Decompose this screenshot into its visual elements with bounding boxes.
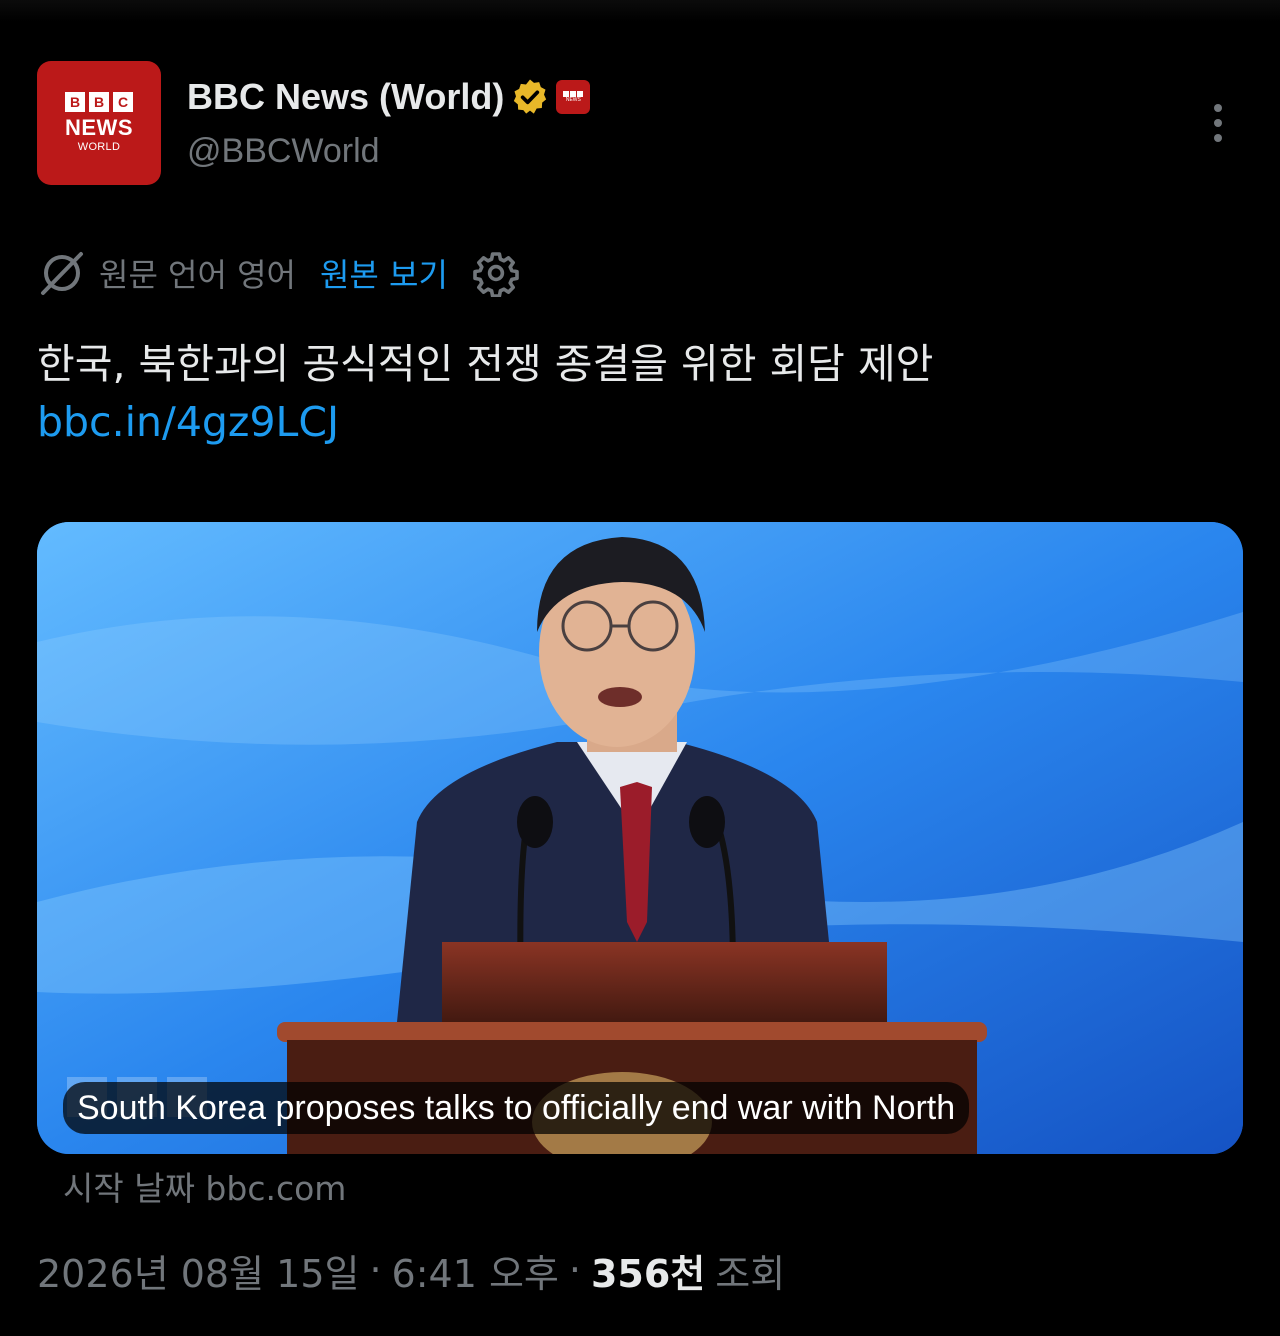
bbc-logo-letter: B [89,92,109,112]
top-edge [0,0,1280,22]
avatar-news-text: NEWS [65,115,133,140]
tweet-time[interactable]: 6:41 오후 [392,1243,559,1298]
avatar-world-text: WORLD [77,141,121,153]
bbc-logo-letter: C [113,92,133,112]
affiliate-badge-icon[interactable]: NEWS [556,80,591,114]
card-source[interactable]: 시작 날짜 bbc.com [63,1162,346,1210]
views-label: 조회 [715,1251,786,1296]
bbc-logo: B B C [65,92,133,112]
tweet-meta: 2026년 08월 15일 · 6:41 오후 · 356천 조회 [37,1244,785,1296]
meta-separator: · [369,1248,382,1292]
verified-badge-icon[interactable] [510,77,550,117]
speaker-photo [37,522,1243,1154]
link-card-image[interactable]: South Korea proposes talks to officially… [37,522,1243,1154]
globe-icon [41,252,83,295]
avatar[interactable]: B B C NEWS WORLD [37,61,161,185]
bbc-logo-letter: B [65,92,85,112]
tweet-date: 2026년 08월 15일 [37,1251,360,1296]
source-language-label: 원문 언어 영어 [99,256,296,294]
handle[interactable]: @BBCWorld [187,132,380,171]
card-caption[interactable]: South Korea proposes talks to officially… [63,1082,970,1134]
tweet-text: 한국, 북한과의 공식적인 전쟁 종결을 위한 회담 제안 bbc.in/4gz… [37,335,1247,451]
show-original-link[interactable]: 원본 보기 [320,250,448,296]
meta-separator: · [568,1248,581,1292]
translation-row: 원문 언어 영어 원본 보기 [37,247,520,299]
views-count[interactable]: 356천 [591,1243,705,1298]
gear-icon[interactable] [472,249,520,297]
display-name[interactable]: BBC News (World) [187,76,504,118]
author-name-row[interactable]: BBC News (World) NEWS [187,72,591,122]
tweet-link[interactable]: bbc.in/4gz9LCJ [37,398,339,446]
more-options-icon[interactable] [1204,100,1232,146]
tweet-body: 한국, 북한과의 공식적인 전쟁 종결을 위한 회담 제안 [37,340,934,388]
